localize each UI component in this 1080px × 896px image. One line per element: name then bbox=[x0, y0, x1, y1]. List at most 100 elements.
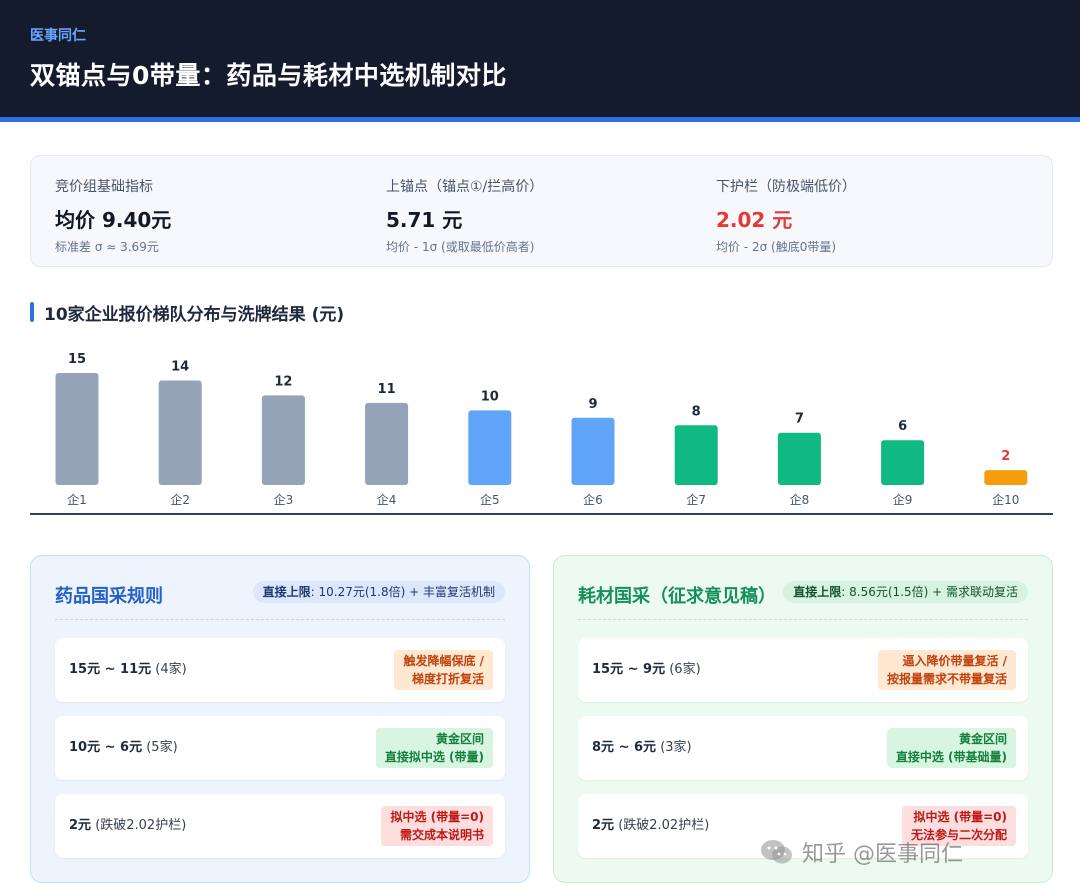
tag-line: 黄金区间 bbox=[435, 732, 484, 746]
bar-chart: 15 企1 14 企2 12 企3 11 企4 10 企5 9 企6 8 企7 7 企8 6 企9 2 企10 bbox=[30, 352, 1053, 515]
x-tick-label: 企6 bbox=[583, 492, 603, 507]
tag-line: 拟中选 (带量=0) bbox=[390, 810, 484, 824]
metric-value: 均价 9.40元 bbox=[55, 208, 172, 232]
header-accent-bar bbox=[0, 117, 1080, 122]
bar-企6 bbox=[571, 417, 615, 485]
watermark: 知乎 @医事同仁 bbox=[760, 832, 963, 872]
x-tick-label: 企3 bbox=[274, 492, 294, 507]
bar-value-label: 14 bbox=[171, 359, 189, 374]
tier-tag: 触发降幅保底 / 梯度打折复活 bbox=[394, 650, 493, 690]
tier-range: 15元 ~ 9元 (6家) bbox=[592, 638, 701, 702]
tag-line: 按报量需求不带量复活 bbox=[886, 672, 1007, 686]
metric-lower-guard: 下护栏（防极端低价） 2.02 元 均价 - 2σ (触底0带量) bbox=[716, 176, 1036, 255]
tier-range: 2元 (跌破2.02护栏) bbox=[592, 794, 709, 858]
metric-value: 5.71 元 bbox=[386, 208, 463, 232]
brand-label: 医事同仁 bbox=[30, 28, 86, 44]
tier-tag: 黄金区间直接中选 (带基础量) bbox=[886, 728, 1016, 768]
bar-企2 bbox=[158, 380, 202, 485]
tier-row: 10元 ~ 6元 (5家) 黄金区间直接拟中选 (带量) bbox=[55, 716, 505, 780]
tier-range: 15元 ~ 11元 (4家) bbox=[69, 638, 187, 702]
tier-row: 2元 (跌破2.02护栏) 拟中选 (带量=0) 需交成本说明书 bbox=[55, 794, 505, 858]
bar-企10 bbox=[984, 470, 1028, 485]
bar-value-label: 6 bbox=[898, 419, 907, 434]
range-count: (3家) bbox=[660, 740, 692, 755]
tag-line: 逼入降价带量复活 / bbox=[902, 654, 1007, 668]
x-tick-label: 企9 bbox=[893, 492, 913, 507]
metric-label: 下护栏（防极端低价） bbox=[716, 179, 856, 195]
range-count: (6家) bbox=[669, 662, 701, 677]
x-tick-label: 企5 bbox=[480, 492, 500, 507]
tier-tag: 逼入降价带量复活 / 按报量需求不带量复活 bbox=[877, 650, 1016, 690]
page-title: 双锚点与0带量：药品与耗材中选机制对比 bbox=[30, 61, 507, 90]
x-tick-label: 企4 bbox=[377, 492, 397, 507]
tag-line: 黄金区间 bbox=[958, 732, 1007, 746]
tier-range: 8元 ~ 6元 (3家) bbox=[592, 716, 692, 780]
range-value: 15元 ~ 11元 bbox=[69, 662, 152, 677]
divider bbox=[578, 619, 1028, 620]
bar-value-label: 10 bbox=[481, 389, 499, 404]
tier-range: 2元 (跌破2.02护栏) bbox=[69, 794, 186, 858]
metric-note: 均价 - 1σ (或取最低价高者) bbox=[386, 240, 535, 254]
divider bbox=[55, 619, 505, 620]
metric-label: 上锚点（锚点①/拦高价） bbox=[386, 179, 544, 195]
metric-value: 2.02 元 bbox=[716, 208, 793, 232]
bar-value-label: 7 bbox=[795, 412, 804, 427]
bar-企9 bbox=[881, 440, 925, 485]
tier-tag: 拟中选 (带量=0) 需交成本说明书 bbox=[381, 806, 493, 846]
range-value: 2元 bbox=[69, 818, 92, 833]
pill-text: : 8.56元(1.5倍) + 需求联动复活 bbox=[841, 585, 1018, 599]
range-value: 15元 ~ 9元 bbox=[592, 662, 666, 677]
tier-tag: 黄金区间直接拟中选 (带量) bbox=[375, 728, 493, 768]
header: 医事同仁 双锚点与0带量：药品与耗材中选机制对比 bbox=[0, 0, 1080, 117]
metric-note: 标准差 σ ≈ 3.69元 bbox=[55, 240, 159, 254]
bar-企5 bbox=[468, 410, 512, 485]
range-value: 10元 ~ 6元 bbox=[69, 740, 143, 755]
tier-row: 8元 ~ 6元 (3家) 黄金区间直接中选 (带基础量) bbox=[578, 716, 1028, 780]
bar-value-label: 8 bbox=[692, 404, 701, 419]
wechat-icon bbox=[761, 840, 792, 864]
tier-row: 15元 ~ 11元 (4家) 触发降幅保底 / 梯度打折复活 bbox=[55, 638, 505, 702]
panel-title: 药品国采规则 bbox=[55, 586, 163, 607]
metric-label: 竞价组基础指标 bbox=[55, 179, 153, 195]
tier-row: 15元 ~ 9元 (6家) 逼入降价带量复活 / 按报量需求不带量复活 bbox=[578, 638, 1028, 702]
watermark-text: 知乎 @医事同仁 bbox=[802, 842, 963, 867]
bar-企3 bbox=[261, 395, 305, 485]
tag-line: 梯度打折复活 bbox=[411, 672, 484, 686]
metric-note: 均价 - 2σ (触底0带量) bbox=[716, 240, 837, 254]
x-tick-label: 企8 bbox=[790, 492, 810, 507]
bar-value-label: 2 bbox=[1001, 449, 1010, 464]
bar-value-label: 12 bbox=[274, 374, 292, 389]
bar-value-label: 9 bbox=[588, 397, 597, 412]
x-tick-label: 企7 bbox=[686, 492, 706, 507]
bar-value-label: 11 bbox=[378, 382, 396, 397]
metric-baseline: 竞价组基础指标 均价 9.40元 标准差 σ ≈ 3.69元 bbox=[55, 176, 375, 255]
bar-企8 bbox=[777, 432, 821, 485]
chart-section-title: 10家企业报价梯队分布与洗牌结果 (元) bbox=[30, 302, 345, 325]
range-value: 2元 bbox=[592, 818, 615, 833]
range-value: 8元 ~ 6元 bbox=[592, 740, 657, 755]
bar-企4 bbox=[365, 402, 409, 485]
chart-title: 10家企业报价梯队分布与洗牌结果 (元) bbox=[44, 304, 345, 325]
bar-企7 bbox=[674, 425, 718, 485]
range-count: (5家) bbox=[146, 740, 178, 755]
tag-line: 触发降幅保底 / bbox=[403, 654, 484, 668]
limit-pill: 直接上限: 8.56元(1.5倍) + 需求联动复活 bbox=[783, 581, 1028, 603]
limit-pill: 直接上限: 10.27元(1.8倍) + 丰富复活机制 bbox=[252, 581, 505, 603]
bar-企1 bbox=[55, 373, 99, 485]
tag-line: 直接中选 (带基础量) bbox=[895, 750, 1007, 764]
pill-key: 直接上限 bbox=[793, 585, 842, 599]
pill-key: 直接上限 bbox=[262, 585, 311, 599]
pill-text: : 10.27元(1.8倍) + 丰富复活机制 bbox=[310, 585, 495, 599]
section-accent-bar bbox=[30, 302, 34, 322]
range-count: (跌破2.02护栏) bbox=[95, 818, 187, 833]
tag-line: 直接拟中选 (带量) bbox=[384, 750, 484, 764]
x-tick-label: 企2 bbox=[170, 492, 190, 507]
metrics-card: 竞价组基础指标 均价 9.40元 标准差 σ ≈ 3.69元 上锚点（锚点①/拦… bbox=[30, 155, 1053, 267]
tag-line: 需交成本说明书 bbox=[399, 828, 484, 842]
metric-upper-anchor: 上锚点（锚点①/拦高价） 5.71 元 均价 - 1σ (或取最低价高者) bbox=[386, 176, 706, 255]
x-tick-label: 企1 bbox=[67, 492, 87, 507]
drug-rules-panel: 药品国采规则 直接上限: 10.27元(1.8倍) + 丰富复活机制 15元 ~… bbox=[30, 555, 530, 883]
range-count: (4家) bbox=[155, 662, 187, 677]
range-count: (跌破2.02护栏) bbox=[618, 818, 710, 833]
x-tick-label: 企10 bbox=[992, 492, 1019, 507]
